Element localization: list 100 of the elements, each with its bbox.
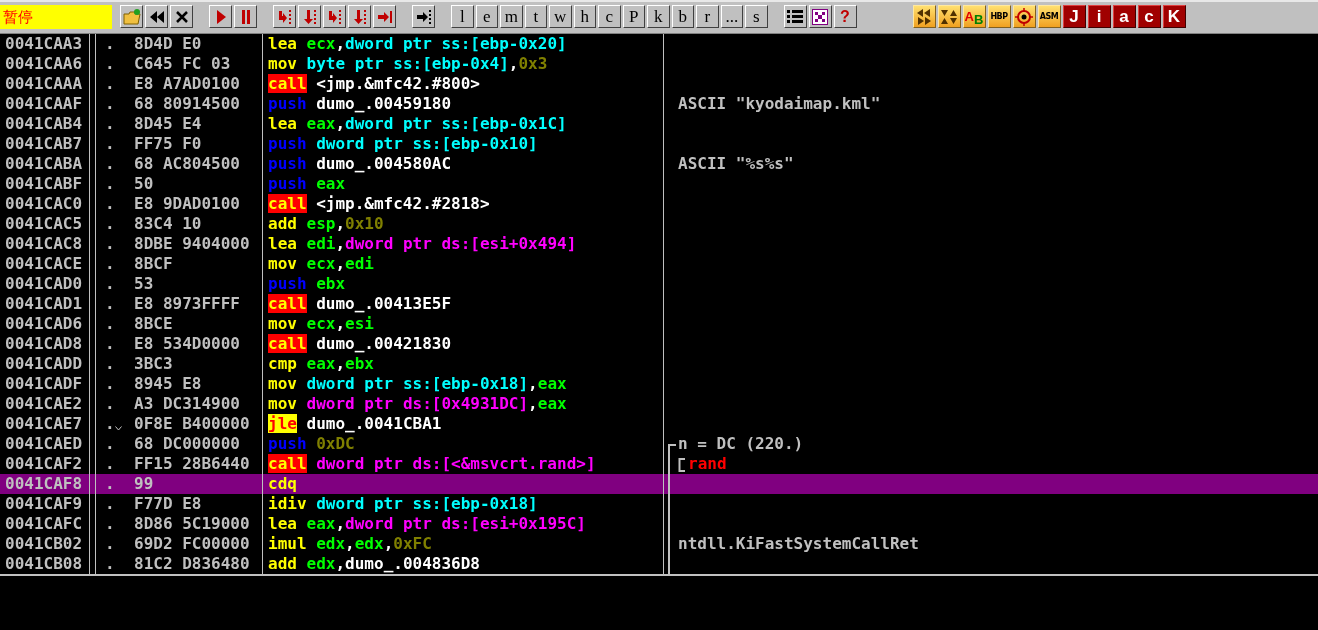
window-letter-button[interactable]: ... <box>720 5 743 28</box>
comment-text: rand <box>688 454 727 474</box>
row-marker: . <box>105 414 115 434</box>
row-marker: . <box>105 54 115 74</box>
code-row[interactable]: 0041CAF8 . 99 cdq <box>0 474 1318 494</box>
plugin-button[interactable]: K <box>1162 5 1186 28</box>
plugin-button[interactable] <box>912 5 936 28</box>
up-down-arrows-icon <box>941 8 957 25</box>
run-button[interactable] <box>209 5 232 28</box>
code-row[interactable]: 0041CAA3 . 8D4D E0 lea ecx,dword ptr ss:[ebp-0x20] <box>0 34 1318 54</box>
plugin-button[interactable]: J <box>1062 5 1086 28</box>
instruction-text: call dumo_.00413E5F <box>268 294 452 313</box>
code-row[interactable]: 0041CAF9 . F77D E8 idiv dword ptr ss:[ebp-0x18] <box>0 494 1318 514</box>
instruction-text: lea edi,dword ptr ds:[esi+0x494] <box>268 234 577 253</box>
plugin-button[interactable]: i <box>1087 5 1111 28</box>
hex-bytes-text: 69D2 FC00000 <box>134 534 250 554</box>
execute-till-return-button[interactable] <box>373 5 396 28</box>
window-letter-button[interactable]: h <box>573 5 596 28</box>
plugin-button[interactable] <box>1012 5 1036 28</box>
address-text: 0041CAD0 <box>5 274 83 293</box>
code-row[interactable]: 0041CB02 . 69D2 FC00000 imul edx,edx,0xFC ntdll.KiFastSystemCallRet <box>0 534 1318 554</box>
code-row[interactable]: 0041CAB4 . 8D45 E4 lea eax,dword ptr ss:[ebp-0x1C] <box>0 114 1318 134</box>
instruction-text: push dumo_.004580AC <box>268 154 452 173</box>
row-marker: . <box>105 354 115 374</box>
help-button[interactable]: ? <box>833 5 857 28</box>
address-text: 0041CB02 <box>5 534 83 553</box>
instruction-text: push ebx <box>268 274 346 293</box>
arrow-to-bar-icon <box>415 8 432 25</box>
plugin-button[interactable]: HBP <box>987 5 1011 28</box>
window-letter-button[interactable]: l <box>451 5 474 28</box>
window-letter-button[interactable]: m <box>500 5 523 28</box>
code-row[interactable]: 0041CAC0 . E8 9DAD0100 call <jmp.&mfc42.#2818> <box>0 194 1318 214</box>
address-text: 0041CAC8 <box>5 234 83 253</box>
instruction-text: lea ecx,dword ptr ss:[ebp-0x20] <box>268 34 567 53</box>
window-letter-button[interactable]: r <box>696 5 719 28</box>
instruction-text: cmp eax,ebx <box>268 354 374 373</box>
hex-bytes-text: 99 <box>134 474 154 494</box>
address-text: 0041CAC0 <box>5 194 83 213</box>
window-letter-button[interactable]: t <box>524 5 547 28</box>
window-letter-button[interactable]: k <box>647 5 670 28</box>
hex-bytes-text: E8 8973FFFF <box>134 294 240 314</box>
instruction-text: call dword ptr ds:[<&msvcrt.rand>] <box>268 454 596 473</box>
step-button[interactable] <box>323 5 346 28</box>
address-text: 0041CAA3 <box>5 34 83 53</box>
hex-bytes-text: 81C2 D836480 <box>134 554 250 574</box>
window-letter-button[interactable]: w <box>549 5 572 28</box>
code-row[interactable]: 0041CADF . 8945 E8 mov dword ptr ss:[ebp-0x18],eax <box>0 374 1318 394</box>
row-marker: . <box>105 454 115 474</box>
hex-bytes-text: A3 DC314900 <box>134 394 240 414</box>
target-icon <box>1015 7 1033 26</box>
trace-button[interactable] <box>412 5 435 28</box>
code-row[interactable]: 0041CAC5 . 83C4 10 add esp,0x10 <box>0 214 1318 234</box>
instruction-text: cdq <box>268 474 297 493</box>
row-marker: . <box>105 294 115 314</box>
window-letter-button[interactable]: s <box>745 5 768 28</box>
instruction-text: lea eax,dword ptr ds:[esi+0x195C] <box>268 514 586 533</box>
hex-bytes-text: 8945 E8 <box>134 374 202 394</box>
code-row[interactable]: 0041CAD1 . E8 8973FFFF call dumo_.00413E5F <box>0 294 1318 314</box>
plugin-button[interactable] <box>937 5 961 28</box>
window-letter-button[interactable]: c <box>598 5 621 28</box>
address-text: 0041CAED <box>5 434 83 453</box>
code-row[interactable]: 0041CB08 . 81C2 D836480 add edx,dumo_.004836D8 <box>0 554 1318 574</box>
hex-bytes-text: 53 <box>134 274 154 294</box>
code-row[interactable]: 0041CADD . 3BC3 cmp eax,ebx <box>0 354 1318 374</box>
row-marker: . <box>105 214 115 234</box>
hex-bytes-text: 8D4D E0 <box>134 34 202 54</box>
code-row[interactable]: 0041CAAA . E8 A7AD0100 call <jmp.&mfc42.#800> <box>0 74 1318 94</box>
plugin-button[interactable]: c <box>1137 5 1161 28</box>
grid-button[interactable] <box>808 5 832 28</box>
pause-icon <box>240 9 251 24</box>
pause-button[interactable] <box>234 5 257 28</box>
address-text: 0041CACE <box>5 254 83 273</box>
instruction-text: add esp,0x10 <box>268 214 384 233</box>
address-text: 0041CADF <box>5 374 83 393</box>
code-row[interactable]: 0041CAB7 . FF75 F0 push dword ptr ss:[ebp-0x10] <box>0 134 1318 154</box>
close-button[interactable] <box>170 5 193 28</box>
plugin-button[interactable]: ASM <box>1037 5 1061 28</box>
close-icon <box>175 10 188 23</box>
code-row[interactable]: 0041CACE . 8BCF mov ecx,edi <box>0 254 1318 274</box>
rewind-icon <box>148 10 165 23</box>
hex-bytes-text: FF15 28B6440 <box>134 454 250 474</box>
code-row[interactable]: 0041CABA . 68 AC804500 push dumo_.004580AC ASCII "%s%s" <box>0 154 1318 174</box>
step-button[interactable] <box>273 5 296 28</box>
plugin-button[interactable]: a <box>1112 5 1136 28</box>
list-button[interactable] <box>783 5 807 28</box>
open-button[interactable] <box>120 5 143 28</box>
step-button[interactable] <box>348 5 371 28</box>
window-letter-button[interactable]: P <box>622 5 645 28</box>
code-row[interactable]: 0041CAE7 . 0F8E B400000 jle dumo_.0041CBA1 <box>0 414 1318 434</box>
window-letter-button[interactable]: e <box>475 5 498 28</box>
code-row[interactable]: 0041CAD8 . E8 534D0000 call dumo_.00421830 <box>0 334 1318 354</box>
hex-bytes-text: 3BC3 <box>134 354 173 374</box>
hex-bytes-text: 8BCF <box>134 254 173 274</box>
code-row[interactable]: 0041CAFC . 8D86 5C19000 lea eax,dword ptr ds:[esi+0x195C] <box>0 514 1318 534</box>
code-row[interactable]: 0041CAC8 . 8DBE 9404000 lea edi,dword ptr ds:[esi+0x494] <box>0 234 1318 254</box>
step-button[interactable] <box>298 5 321 28</box>
restart-button[interactable] <box>145 5 168 28</box>
window-letter-button[interactable]: b <box>671 5 694 28</box>
code-row[interactable]: 0041CAAF . 68 80914500 push dumo_.00459180 ASCII "kyodaimap.kml" <box>0 94 1318 114</box>
play-icon <box>215 9 226 24</box>
